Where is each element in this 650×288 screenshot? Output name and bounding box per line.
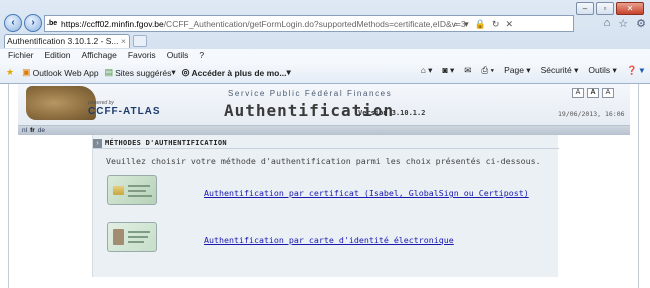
fav-suggested[interactable]: ▤ Sites suggérés ▾	[105, 67, 176, 78]
suggested-sites-icon: ▤	[104, 67, 114, 77]
outlook-icon: ▣	[22, 67, 31, 77]
chevron-right-icon: ›	[93, 138, 102, 148]
address-bar[interactable]: .be https://ccff02.minfin.fgov.be/CCFF_A…	[44, 15, 574, 32]
tab-strip: Authentification 3.10.1.2 - S... ×	[0, 34, 650, 48]
intro-text: Veuillez choisir votre méthode d'authent…	[106, 156, 541, 166]
back-button[interactable]: ‹	[4, 14, 22, 32]
certificate-card-image[interactable]	[107, 175, 157, 205]
print-icon[interactable]: ⎙ ▾	[481, 65, 494, 76]
site-favicon: .be	[47, 20, 58, 27]
id-photo-icon	[113, 229, 124, 245]
url-host: https://ccff02.minfin.fgov.be	[61, 18, 164, 29]
menu-edition[interactable]: Edition	[45, 49, 71, 62]
logo-text: CCFF-ATLAS	[88, 106, 161, 117]
card-line	[128, 190, 146, 192]
tools-menu[interactable]: Outils ▾	[588, 65, 616, 76]
command-bar: ⌂ ▾ ◙ ▾ ✉ ⎙ ▾ Page ▾ Sécurité ▾ Outils ▾…	[421, 65, 644, 76]
lock-icon[interactable]: 🔒	[475, 19, 486, 30]
site-header: powered by CCFF-ATLAS Service Public Féd…	[18, 84, 630, 126]
font-size-large-button[interactable]: A	[602, 88, 614, 98]
menu-help[interactable]: ?	[199, 49, 204, 62]
menu-outils[interactable]: Outils	[167, 49, 189, 62]
page-frame-right	[638, 84, 639, 288]
section-header: › MÉTHODES D'AUTHENTIFICATION	[93, 138, 559, 149]
fav-outlook-label: Outlook Web App	[32, 67, 99, 78]
web-slice-icon: ◎	[181, 67, 190, 77]
section-title: MÉTHODES D'AUTHENTIFICATION	[105, 139, 227, 147]
home-icon[interactable]: ⌂	[604, 17, 611, 30]
lang-nl-link[interactable]: nl	[22, 126, 27, 135]
eid-auth-link[interactable]: Authentification par carte d'identité él…	[204, 235, 454, 245]
menu-favoris[interactable]: Favoris	[128, 49, 156, 62]
card-line	[128, 195, 152, 197]
navigation-bar: ‹ › .be https://ccff02.minfin.fgov.be/CC…	[0, 14, 650, 34]
ccff-atlas-logo	[26, 86, 96, 120]
browser-tool-icons: ⌂ ☆ ⚙	[604, 17, 646, 30]
chevron-down-icon: ▾	[286, 67, 291, 77]
page-menu[interactable]: Page ▾	[504, 65, 531, 76]
tab-title: Authentification 3.10.1.2 - S...	[7, 36, 119, 46]
chevron-down-icon[interactable]: ▾	[464, 19, 469, 30]
url-path: /CCFF_Authentication/getFormLogin.do?sup…	[163, 18, 466, 29]
card-line	[128, 236, 148, 238]
card-chip-icon	[113, 186, 124, 195]
certificate-auth-link[interactable]: Authentification par certificat (Isabel,…	[204, 188, 529, 198]
font-size-medium-button[interactable]: A	[587, 88, 599, 98]
tools-menu-label: Outils	[588, 65, 611, 75]
language-bar: nl fr de	[18, 126, 630, 135]
auth-methods-panel: › MÉTHODES D'AUTHENTIFICATION Veuillez c…	[92, 135, 559, 277]
fav-suggested-label: Sites suggérés	[115, 67, 172, 78]
home-dropdown-icon[interactable]: ⌂ ▾	[421, 65, 433, 76]
new-tab-button[interactable]	[133, 35, 147, 47]
page-menu-label: Page	[504, 65, 524, 75]
help-icon[interactable]: ❓ ▾	[627, 65, 644, 76]
search-icon[interactable]: ⌕	[453, 19, 458, 30]
lang-de-link[interactable]: de	[38, 126, 45, 135]
fav-more[interactable]: ◎ Accéder à plus de mo... ▾	[182, 67, 291, 78]
mail-icon[interactable]: ✉	[464, 65, 471, 76]
page-frame-left	[8, 84, 9, 288]
font-size-selector: A A A	[572, 88, 614, 98]
card-line	[128, 241, 144, 243]
close-tab-icon[interactable]: ×	[121, 35, 126, 48]
card-line	[128, 231, 150, 233]
fav-more-label: Accéder à plus de mo...	[191, 67, 287, 78]
font-size-small-button[interactable]: A	[572, 88, 584, 98]
menu-affichage[interactable]: Affichage	[82, 49, 117, 62]
card-line	[128, 185, 150, 187]
datetime-stamp: 19/06/2013, 16:06	[558, 110, 625, 118]
version-label: Version 3.10.1.2	[358, 109, 426, 117]
favorites-button[interactable]: ★	[6, 67, 16, 78]
lang-fr-link[interactable]: fr	[30, 126, 35, 135]
eid-card-image[interactable]	[107, 222, 157, 252]
security-menu[interactable]: Sécurité ▾	[541, 65, 579, 76]
stop-icon[interactable]: ✕	[505, 19, 513, 30]
chevron-down-icon: ▾	[171, 67, 176, 77]
language-links: nl fr de	[22, 126, 45, 135]
favorites-star-icon: ★	[6, 67, 15, 77]
fav-outlook[interactable]: ▣ Outlook Web App	[22, 67, 99, 78]
service-name: Service Public Fédéral Finances	[228, 89, 393, 98]
security-menu-label: Sécurité	[540, 65, 572, 75]
gear-icon[interactable]: ⚙	[636, 17, 646, 30]
tab-authentification[interactable]: Authentification 3.10.1.2 - S... ×	[4, 34, 130, 48]
forward-button[interactable]: ›	[24, 14, 42, 32]
menu-bar: Fichier Edition Affichage Favoris Outils…	[0, 49, 650, 62]
menu-fichier[interactable]: Fichier	[8, 49, 34, 62]
favorites-bar: ★ ▣ Outlook Web App ▤ Sites suggérés ▾ ◎…	[0, 62, 650, 83]
feeds-icon[interactable]: ◙ ▾	[442, 65, 454, 76]
favorites-star-icon[interactable]: ☆	[618, 17, 628, 30]
address-bar-buttons: ⌕ ▾ 🔒 ↻ ✕	[453, 19, 513, 30]
browser-chrome: – ▫ ✕ ‹ › .be https://ccff02.minfin.fgov…	[0, 0, 650, 84]
refresh-icon[interactable]: ↻	[492, 19, 500, 30]
